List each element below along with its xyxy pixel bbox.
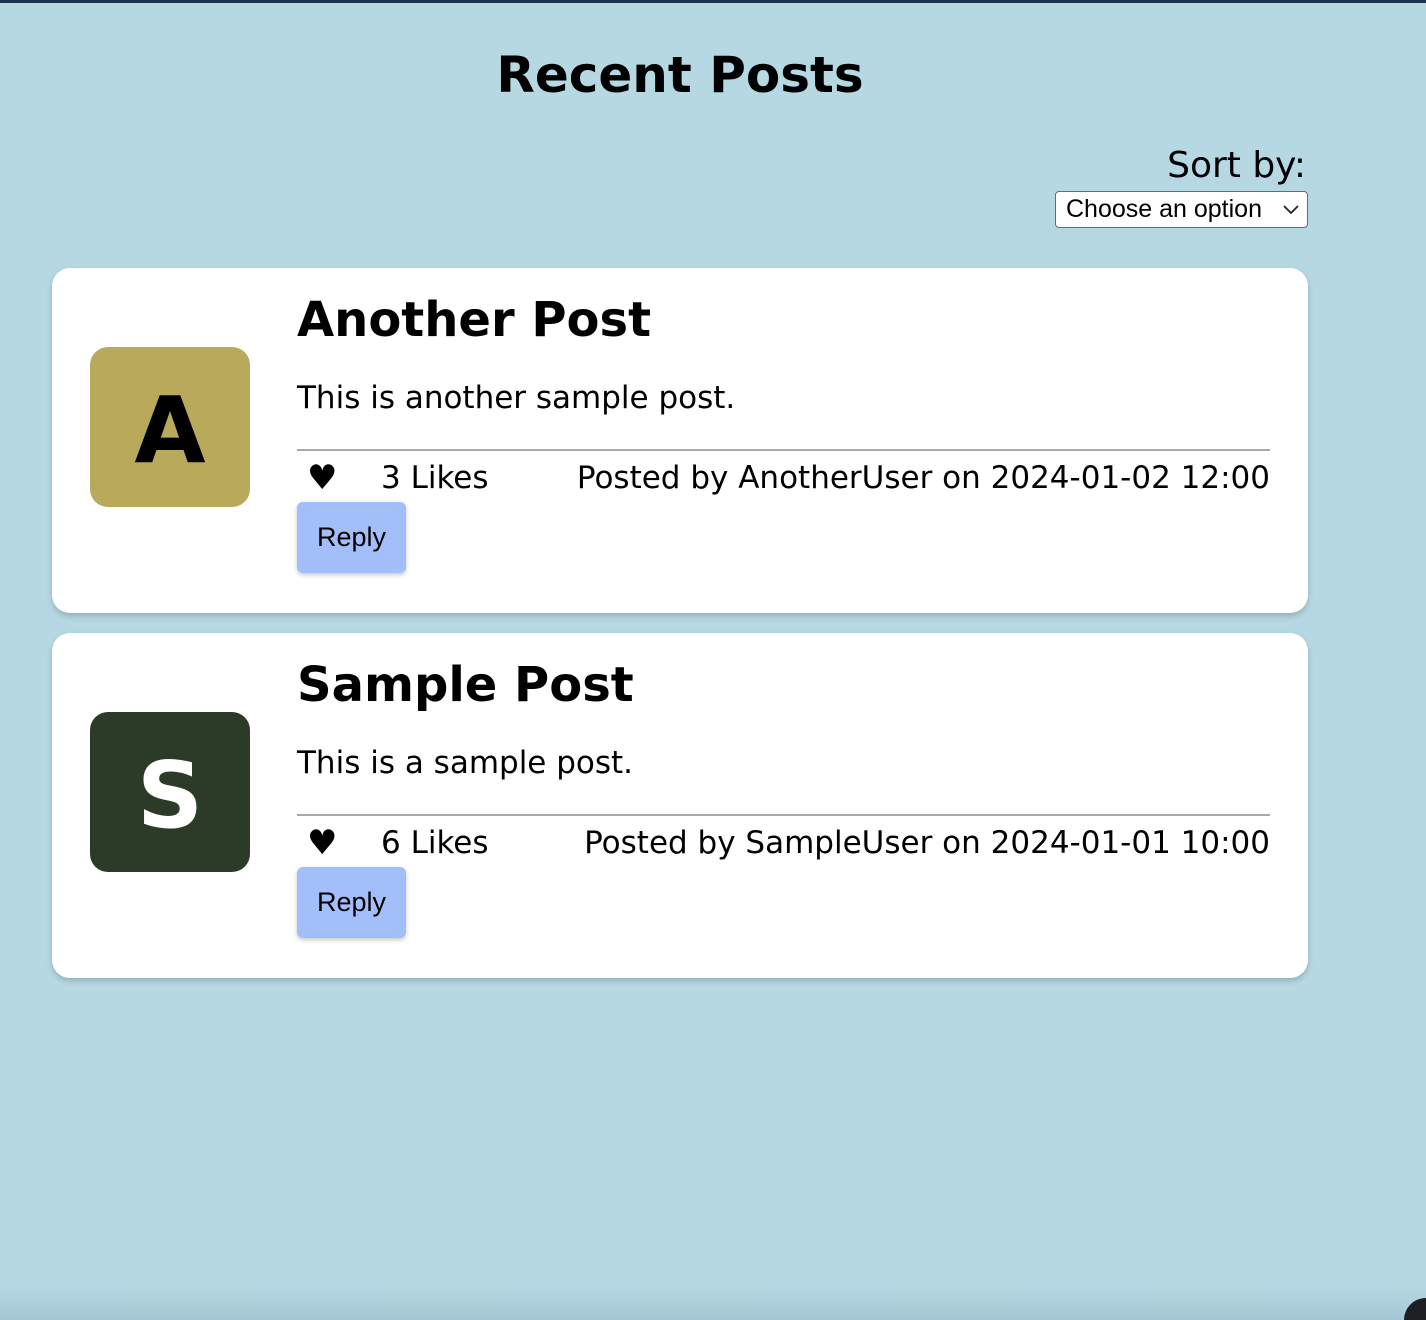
post-title: Sample Post: [297, 657, 634, 713]
post-title: Another Post: [297, 292, 652, 348]
heart-icon[interactable]: ♥: [307, 461, 337, 495]
page-title: Recent Posts: [496, 46, 864, 104]
sort-label: Sort by:: [1167, 145, 1306, 186]
post-divider: [297, 814, 1270, 816]
window-bottom-shade: [0, 1286, 1426, 1320]
window-top-border: [0, 0, 1426, 3]
post-body: This is another sample post.: [297, 380, 736, 416]
like-count: 6 Likes: [381, 825, 489, 861]
post-meta: Posted by SampleUser on 2024-01-01 10:00: [584, 825, 1270, 861]
avatar-letter: S: [136, 742, 204, 849]
avatar: S: [90, 712, 250, 872]
chevron-down-icon: [1283, 205, 1299, 215]
post-divider: [297, 449, 1270, 451]
reply-button[interactable]: Reply: [297, 502, 406, 573]
reply-button[interactable]: Reply: [297, 867, 406, 938]
avatar-letter: A: [134, 377, 206, 484]
post-body: This is a sample post.: [297, 745, 634, 781]
sort-select-value: Choose an option: [1066, 195, 1262, 223]
post-card: A Another Post This is another sample po…: [52, 268, 1308, 613]
post-meta: Posted by AnotherUser on 2024-01-02 12:0…: [576, 460, 1270, 496]
sort-select[interactable]: Choose an option: [1055, 191, 1308, 228]
like-count: 3 Likes: [381, 460, 489, 496]
heart-icon[interactable]: ♥: [307, 826, 337, 860]
post-card: S Sample Post This is a sample post. ♥ 6…: [52, 633, 1308, 978]
avatar: A: [90, 347, 250, 507]
